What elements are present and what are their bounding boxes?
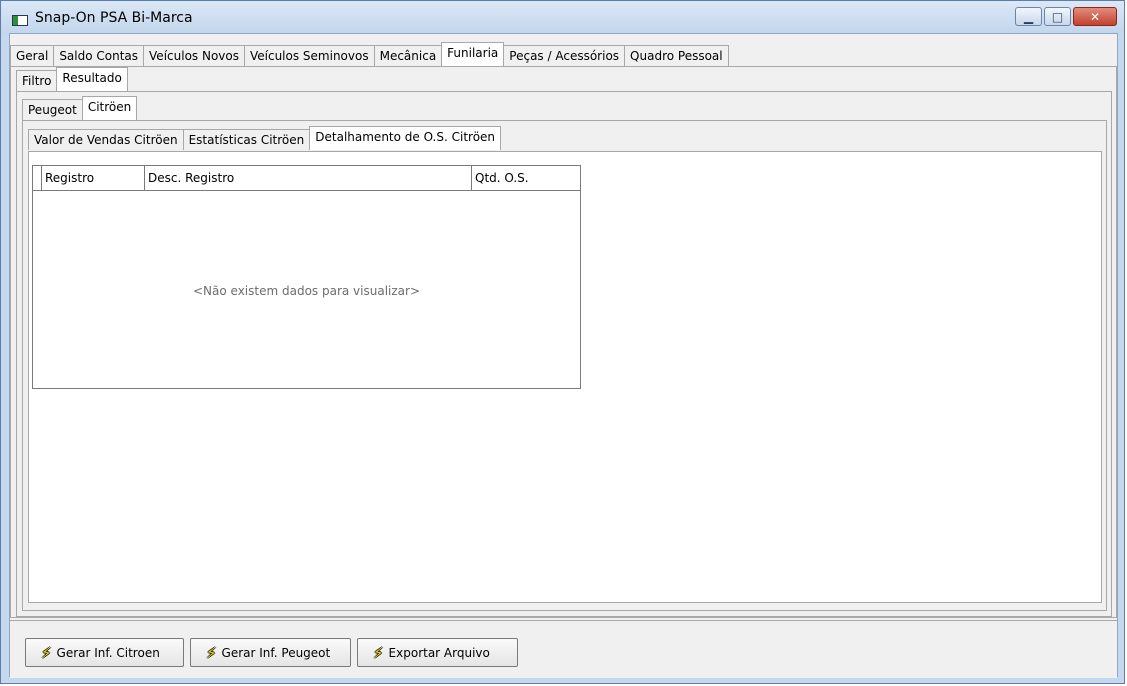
tab-quadro-pessoal[interactable]: Quadro Pessoal xyxy=(624,45,729,66)
row-indicator-header xyxy=(33,166,42,190)
tab-veiculos-seminovos[interactable]: Veículos Seminovos xyxy=(243,45,375,66)
tab-veiculos-novos[interactable]: Veículos Novos xyxy=(143,45,245,66)
tab-pecas-acessorios[interactable]: Peças / Acessórios xyxy=(503,45,626,66)
minimize-button[interactable]: ▁ xyxy=(1015,7,1042,26)
lightning-icon xyxy=(373,644,384,662)
gerar-inf-citroen-button[interactable]: Gerar Inf. Citroen xyxy=(25,638,184,667)
lightning-icon xyxy=(206,644,217,662)
tab-detalhamento-os-citroen[interactable]: Detalhamento de O.S. Citröen xyxy=(309,126,502,150)
empty-grid-message: <Não existem dados para visualizar> xyxy=(192,284,420,298)
window-controls: ▁ □ ✕ xyxy=(1013,7,1117,26)
app-window: Snap-On PSA Bi-Marca ▁ □ ✕ Geral Saldo C… xyxy=(0,0,1125,684)
button-label: Gerar Inf. Peugeot xyxy=(221,645,331,660)
os-data-grid[interactable]: Registro Desc. Registro Qtd. O.S. <Não e… xyxy=(32,165,581,389)
column-header-qtd-os[interactable]: Qtd. O.S. xyxy=(472,166,580,190)
result-tab-strip: Filtro Resultado xyxy=(16,67,128,91)
close-button[interactable]: ✕ xyxy=(1073,7,1117,26)
button-label: Exportar Arquivo xyxy=(388,645,490,660)
tab-citroen[interactable]: Citröen xyxy=(81,96,138,120)
brand-tab-strip: Peugeot Citröen xyxy=(22,96,138,120)
lightning-icon xyxy=(41,644,52,662)
tab-saldo-contas[interactable]: Saldo Contas xyxy=(53,45,145,66)
tab-resultado[interactable]: Resultado xyxy=(56,67,128,91)
main-content: Geral Saldo Contas Veículos Novos Veícul… xyxy=(9,33,1118,678)
footer-toolbar: Gerar Inf. Citroen Gerar Inf. Peugeot Ex… xyxy=(10,620,1117,678)
tab-estatisticas-citroen[interactable]: Estatísticas Citröen xyxy=(182,129,311,150)
report-tab-strip: Valor de Vendas Citröen Estatísticas Cit… xyxy=(28,126,502,150)
tab-valor-vendas-citroen[interactable]: Valor de Vendas Citröen xyxy=(28,129,184,150)
tab-geral[interactable]: Geral xyxy=(10,45,55,66)
button-label: Gerar Inf. Citroen xyxy=(56,645,160,660)
exportar-arquivo-button[interactable]: Exportar Arquivo xyxy=(357,638,518,667)
gerar-inf-peugeot-button[interactable]: Gerar Inf. Peugeot xyxy=(190,638,351,667)
tab-mecanica[interactable]: Mecânica xyxy=(373,45,443,66)
column-header-registro[interactable]: Registro xyxy=(42,166,145,190)
window-title: Snap-On PSA Bi-Marca xyxy=(35,10,193,26)
title-bar[interactable]: Snap-On PSA Bi-Marca ▁ □ ✕ xyxy=(1,1,1124,33)
tab-filtro[interactable]: Filtro xyxy=(16,70,58,91)
grid-header: Registro Desc. Registro Qtd. O.S. xyxy=(33,166,580,191)
column-header-desc-registro[interactable]: Desc. Registro xyxy=(145,166,472,190)
tab-peugeot[interactable]: Peugeot xyxy=(22,99,83,120)
tab-funilaria[interactable]: Funilaria xyxy=(441,42,505,66)
maximize-button[interactable]: □ xyxy=(1044,7,1071,26)
main-tab-strip: Geral Saldo Contas Veículos Novos Veícul… xyxy=(10,42,729,66)
app-icon xyxy=(12,15,28,26)
